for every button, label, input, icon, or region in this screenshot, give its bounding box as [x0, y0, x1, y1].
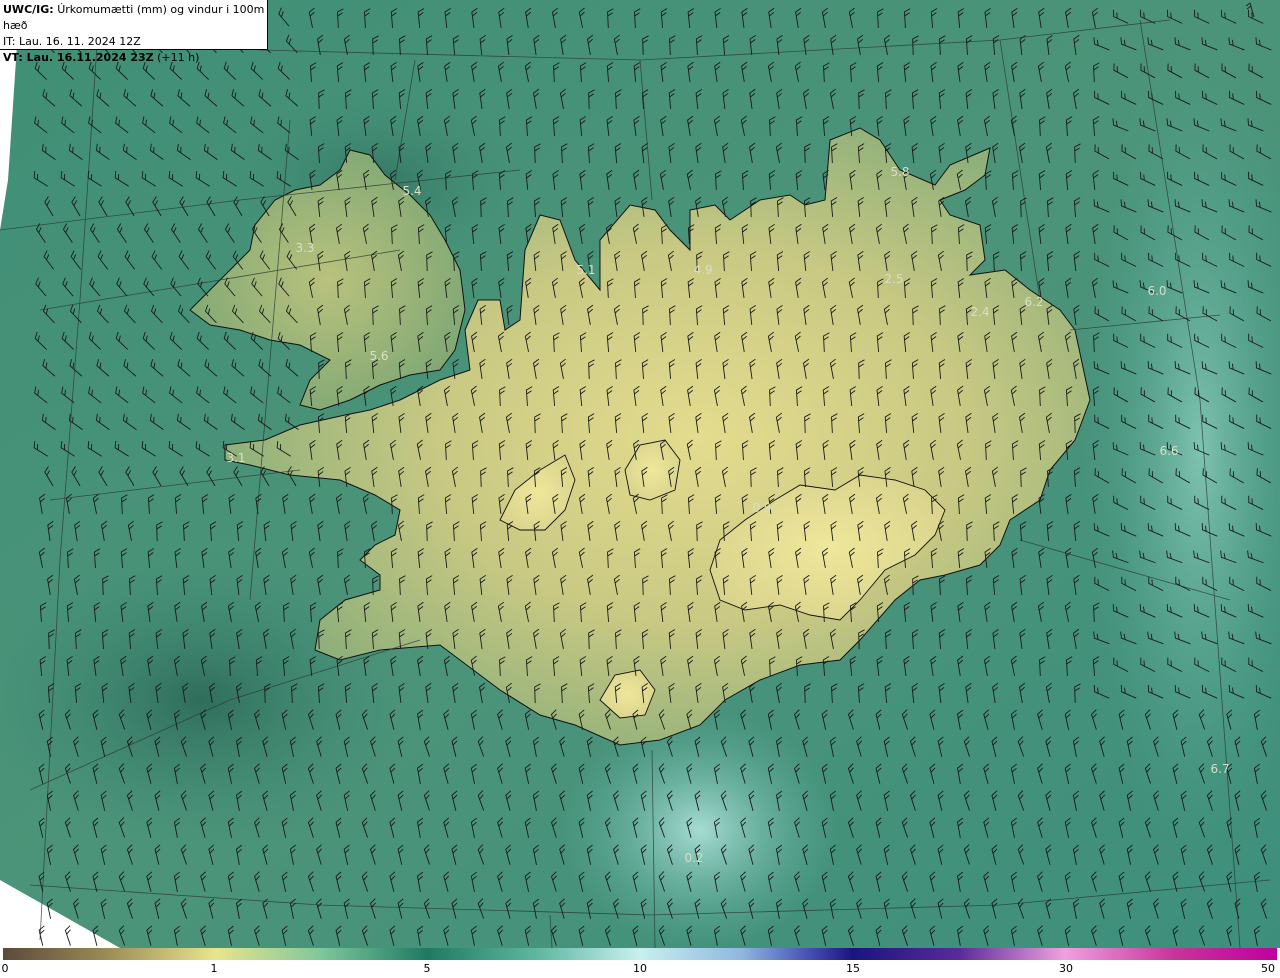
map-canvas: [0, 0, 1280, 948]
precip-low-southwest: [0, 550, 420, 850]
colorbar-tick-label: 15: [846, 962, 860, 975]
colorbar-tick-label: 1: [210, 962, 218, 975]
map-value-label: 6.2: [1024, 295, 1044, 309]
map-header: UWC/IG: Úrkomumætti (mm) og vindur i 100…: [0, 0, 268, 64]
colorbar-tick-label: 10: [633, 962, 647, 975]
map-value-label: 3.1: [226, 451, 246, 465]
valid-time-line: VT: Lau. 16.11.2024 23Z (+11 h): [3, 50, 267, 66]
map-value-label: 0.2: [684, 851, 704, 865]
colorbar-tick-label: 50: [1261, 962, 1275, 975]
map-value-label: 4.9: [693, 263, 713, 277]
map-value-label: 6.7: [1210, 762, 1230, 776]
model-name: UWC/IG:: [3, 3, 54, 16]
map-value-label: 3.3: [295, 241, 315, 255]
title-line: UWC/IG: Úrkomumætti (mm) og vindur i 100…: [3, 2, 267, 34]
map-value-label: 5.4: [402, 184, 422, 198]
colorbar-tick-label: 5: [423, 962, 431, 975]
map-value-label: 2.4: [970, 305, 990, 319]
map-value-label: 6.0: [1147, 284, 1167, 298]
precip-plume-south: [560, 710, 840, 948]
colorbar-tick-label: 0: [1, 962, 9, 975]
forecast-map: 5.4 3.3 5.6 3.1 5.1 4.9 5.8 2.5 2.4 6.2 …: [0, 0, 1280, 948]
map-value-label: 5.8: [890, 165, 910, 179]
map-value-label: 0.9: [752, 501, 772, 515]
init-time: IT: Lau. 16. 11. 2024 12Z: [3, 35, 141, 48]
north-arrow-icon: [1245, 2, 1255, 18]
map-value-label: 6.6: [1159, 444, 1179, 458]
valid-time: VT: Lau. 16.11.2024 23Z: [3, 51, 154, 64]
colorbar: [3, 948, 1277, 960]
map-value-label: 5.1: [576, 263, 596, 277]
map-value-label: 5.6: [369, 349, 389, 363]
lead-time: (+11 h): [157, 51, 200, 64]
map-value-label: 2.5: [884, 272, 904, 286]
colorbar-tick-label: 30: [1059, 962, 1073, 975]
